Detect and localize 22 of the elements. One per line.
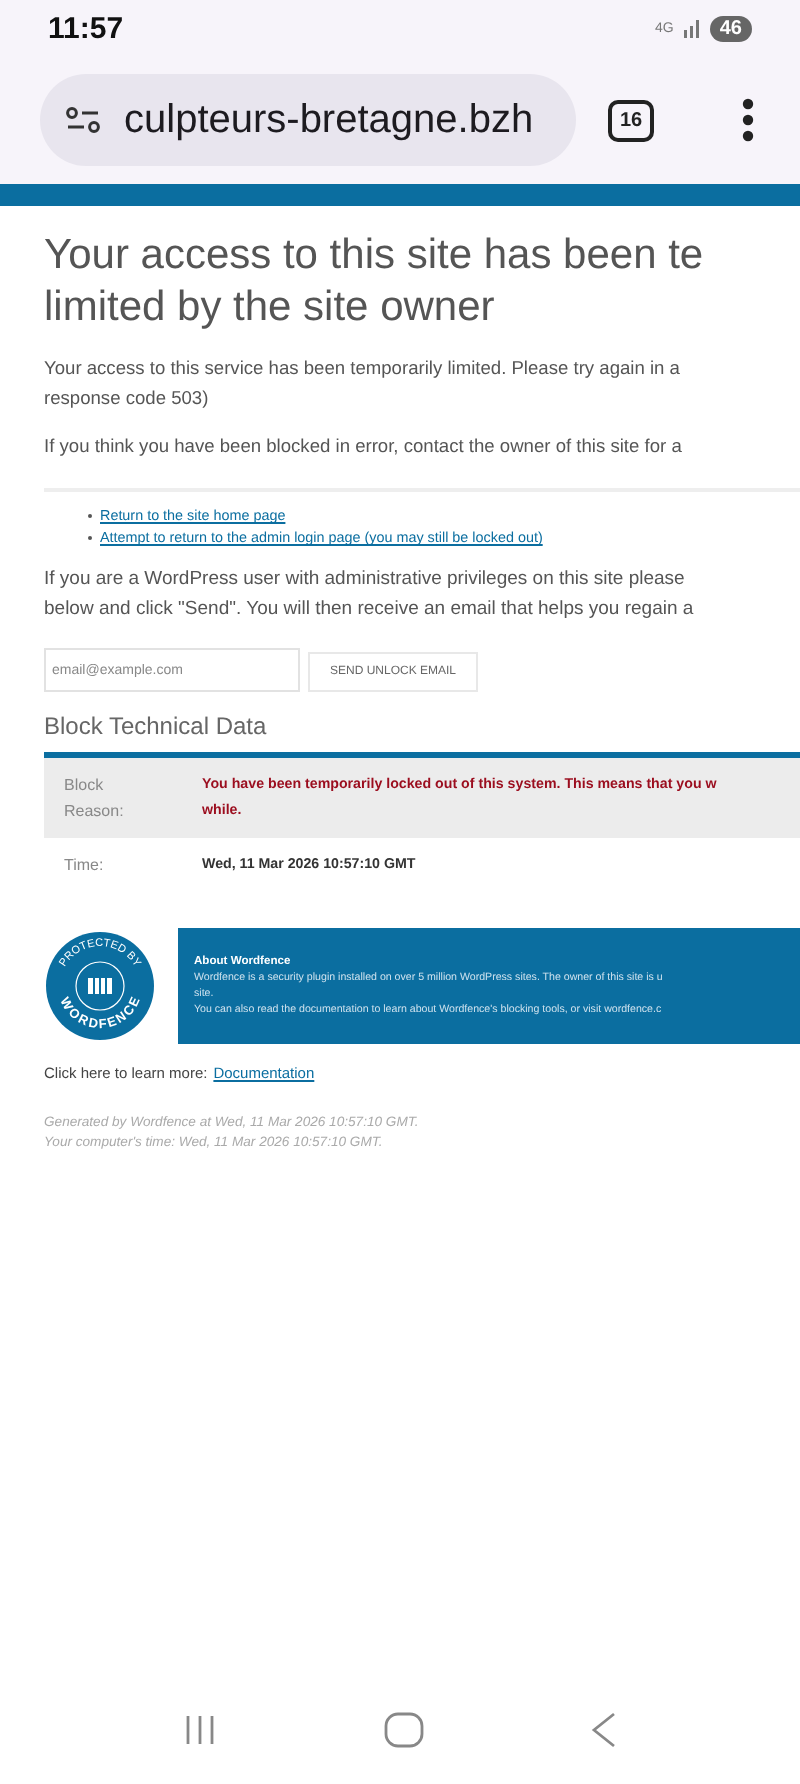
recent-apps-icon[interactable]	[182, 1714, 219, 1746]
section-title: Block Technical Data	[44, 712, 269, 740]
more-options-icon[interactable]	[742, 98, 755, 142]
url-text: culpteurs-bretagne.bzh	[124, 97, 534, 143]
row-label: Block	[64, 774, 106, 798]
signal-icon	[681, 18, 702, 38]
clock: 11:57	[48, 11, 124, 45]
site-settings-icon	[64, 106, 104, 134]
admin-note-line: If you are a WordPress user with administrative privileges on this site please	[44, 566, 687, 594]
home-icon[interactable]	[383, 1712, 424, 1748]
contact-text: If you think you have been blocked in error, contact the owner of this site for a	[44, 434, 684, 460]
page-heading-line: Your access to this site has been te	[44, 230, 706, 282]
intro-text-line: Your access to this service has been temporarily limited. Please try again in a	[44, 356, 682, 382]
battery-level: 46	[709, 15, 752, 41]
admin-note-line: below and click "Send". You will then receive an email that helps you regain a	[44, 596, 696, 624]
back-icon[interactable]	[589, 1712, 618, 1748]
intro-text-line: response code 503)	[44, 386, 211, 412]
page-heading-line: limited by the site owner	[44, 282, 497, 334]
tab-count-button[interactable]: 16	[608, 99, 655, 141]
address-bar[interactable]: culpteurs-bretagne.bzh	[40, 74, 576, 166]
row-label: Time:	[64, 854, 106, 878]
row-label: Reason:	[64, 800, 126, 824]
